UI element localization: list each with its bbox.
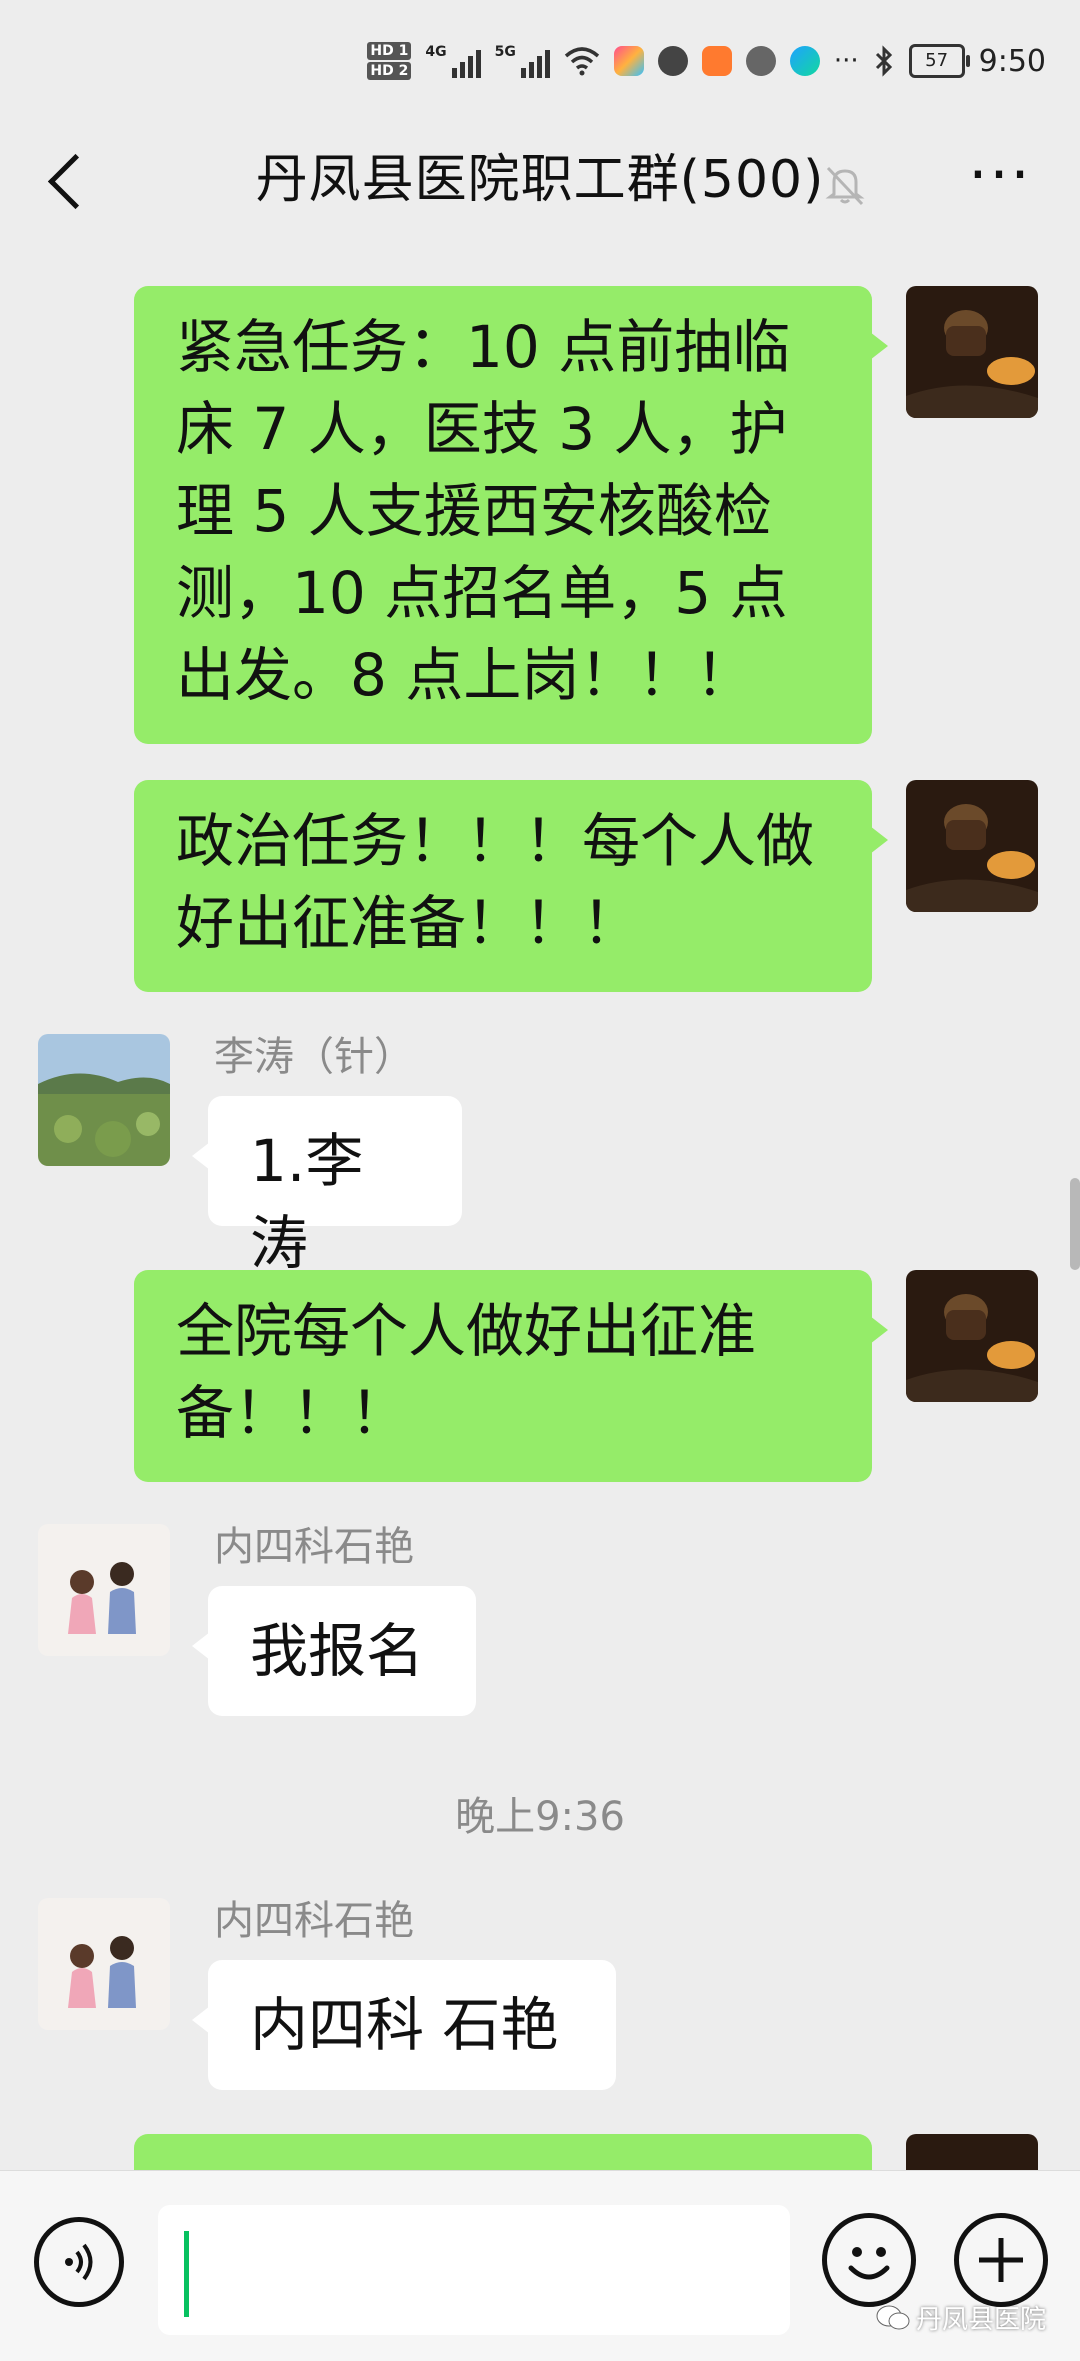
- edge-notification-icon: [789, 46, 820, 76]
- avatar[interactable]: [906, 1270, 1038, 1402]
- avatar[interactable]: [906, 2134, 1038, 2170]
- message-row: 李涛（针） 1.李涛: [0, 1034, 1080, 1277]
- more-notifications-icon: ···: [833, 46, 859, 76]
- voice-button[interactable]: [34, 2217, 124, 2307]
- emoji-button[interactable]: [822, 2213, 916, 2307]
- hd-indicator: HD 1 HD 2: [367, 41, 412, 81]
- message-bubble[interactable]: 全院每个人做好出征准备！！！: [134, 1270, 888, 1482]
- chat-header: 丹凤县医院职工群(500) ···: [0, 120, 1080, 244]
- hd2-label: HD 2: [367, 62, 412, 80]
- clock: 9:50: [978, 43, 1046, 79]
- hand-notification-icon: [745, 46, 776, 76]
- message-row: [0, 2134, 1080, 2170]
- message-text: 政治任务！！！每个人做好出征准备！！！: [176, 807, 815, 957]
- message-row: 内四科石艳 内四科 石艳: [0, 1898, 1080, 2098]
- battery-level: 57: [925, 50, 949, 71]
- message-row: 紧急任务：10 点前抽临床 7 人，医技 3 人，护理 5 人支援西安核酸检测，…: [0, 286, 1080, 746]
- sender-name: 内四科石艳: [214, 1524, 414, 1570]
- browser-notification-icon: [657, 46, 688, 76]
- message-text: 全院每个人做好出征准备！！！: [176, 1297, 757, 1447]
- signal-5g-icon: 5G: [495, 44, 550, 78]
- emoji-icon: [848, 2247, 890, 2280]
- sender-name: 内四科石艳: [214, 1898, 414, 1944]
- voice-icon: [65, 2243, 93, 2281]
- message-row: 内四科石艳 我报名: [0, 1524, 1080, 1724]
- message-row: 全院每个人做好出征准备！！！: [0, 1270, 1080, 1486]
- avatar[interactable]: [38, 1524, 170, 1656]
- message-bubble[interactable]: 我报名: [192, 1586, 476, 1716]
- input-bar: 丹凤县医院: [0, 2170, 1080, 2361]
- avatar[interactable]: [38, 1898, 170, 2030]
- wechat-logo-icon: [876, 2305, 910, 2329]
- watermark-text: 丹凤县医院: [915, 2305, 1046, 2335]
- signal-4g-icon: 4G: [425, 44, 481, 78]
- message-bubble[interactable]: 政治任务！！！每个人做好出征准备！！！: [134, 780, 888, 992]
- message-row: 政治任务！！！每个人做好出征准备！！！: [0, 780, 1080, 996]
- watermark: 丹凤县医院: [876, 2299, 1046, 2336]
- net2-label: 5G: [494, 44, 516, 60]
- message-bubble[interactable]: 内四科 石艳: [192, 1960, 616, 2090]
- plus-button[interactable]: [954, 2213, 1048, 2307]
- avatar[interactable]: [906, 780, 1038, 912]
- hd1-label: HD 1: [367, 42, 412, 60]
- message-bubble[interactable]: [134, 2134, 872, 2170]
- timestamp: 晚上9:36: [455, 1794, 625, 1840]
- message-list[interactable]: 紧急任务：10 点前抽临床 7 人，医技 3 人，护理 5 人支援西安核酸检测，…: [0, 244, 1080, 2170]
- message-text: 1.李涛: [250, 1127, 364, 1277]
- health-notification-icon: [701, 46, 732, 76]
- app-notification-icon: [613, 46, 644, 76]
- chat-title: 丹凤县医院职工群(500): [255, 150, 825, 210]
- more-options-button[interactable]: ···: [960, 145, 1040, 205]
- status-bar: HD 1 HD 2 4G 5G ··· 57 9:50: [0, 0, 1080, 120]
- bell-off-icon: [825, 166, 865, 206]
- message-bubble[interactable]: 紧急任务：10 点前抽临床 7 人，医技 3 人，护理 5 人支援西安核酸检测，…: [134, 286, 888, 744]
- net1-label: 4G: [425, 44, 447, 60]
- text-cursor: [184, 2231, 189, 2317]
- message-text: 我报名: [250, 1617, 425, 1685]
- scrollbar[interactable]: [1070, 1178, 1080, 1270]
- wifi-icon: [564, 47, 599, 76]
- message-text: 紧急任务：10 点前抽临床 7 人，医技 3 人，护理 5 人支援西安核酸检测，…: [176, 313, 791, 709]
- message-bubble[interactable]: 1.李涛: [192, 1096, 462, 1277]
- avatar[interactable]: [906, 286, 1038, 418]
- avatar[interactable]: [38, 1034, 170, 1166]
- sender-name: 李涛（针）: [214, 1034, 414, 1080]
- message-text: 内四科 石艳: [250, 1991, 559, 2059]
- message-input[interactable]: [158, 2205, 790, 2335]
- battery-icon: 57: [908, 44, 970, 78]
- bluetooth-icon: [875, 45, 892, 77]
- status-icons: HD 1 HD 2 4G 5G ··· 57 9:50: [367, 36, 1046, 86]
